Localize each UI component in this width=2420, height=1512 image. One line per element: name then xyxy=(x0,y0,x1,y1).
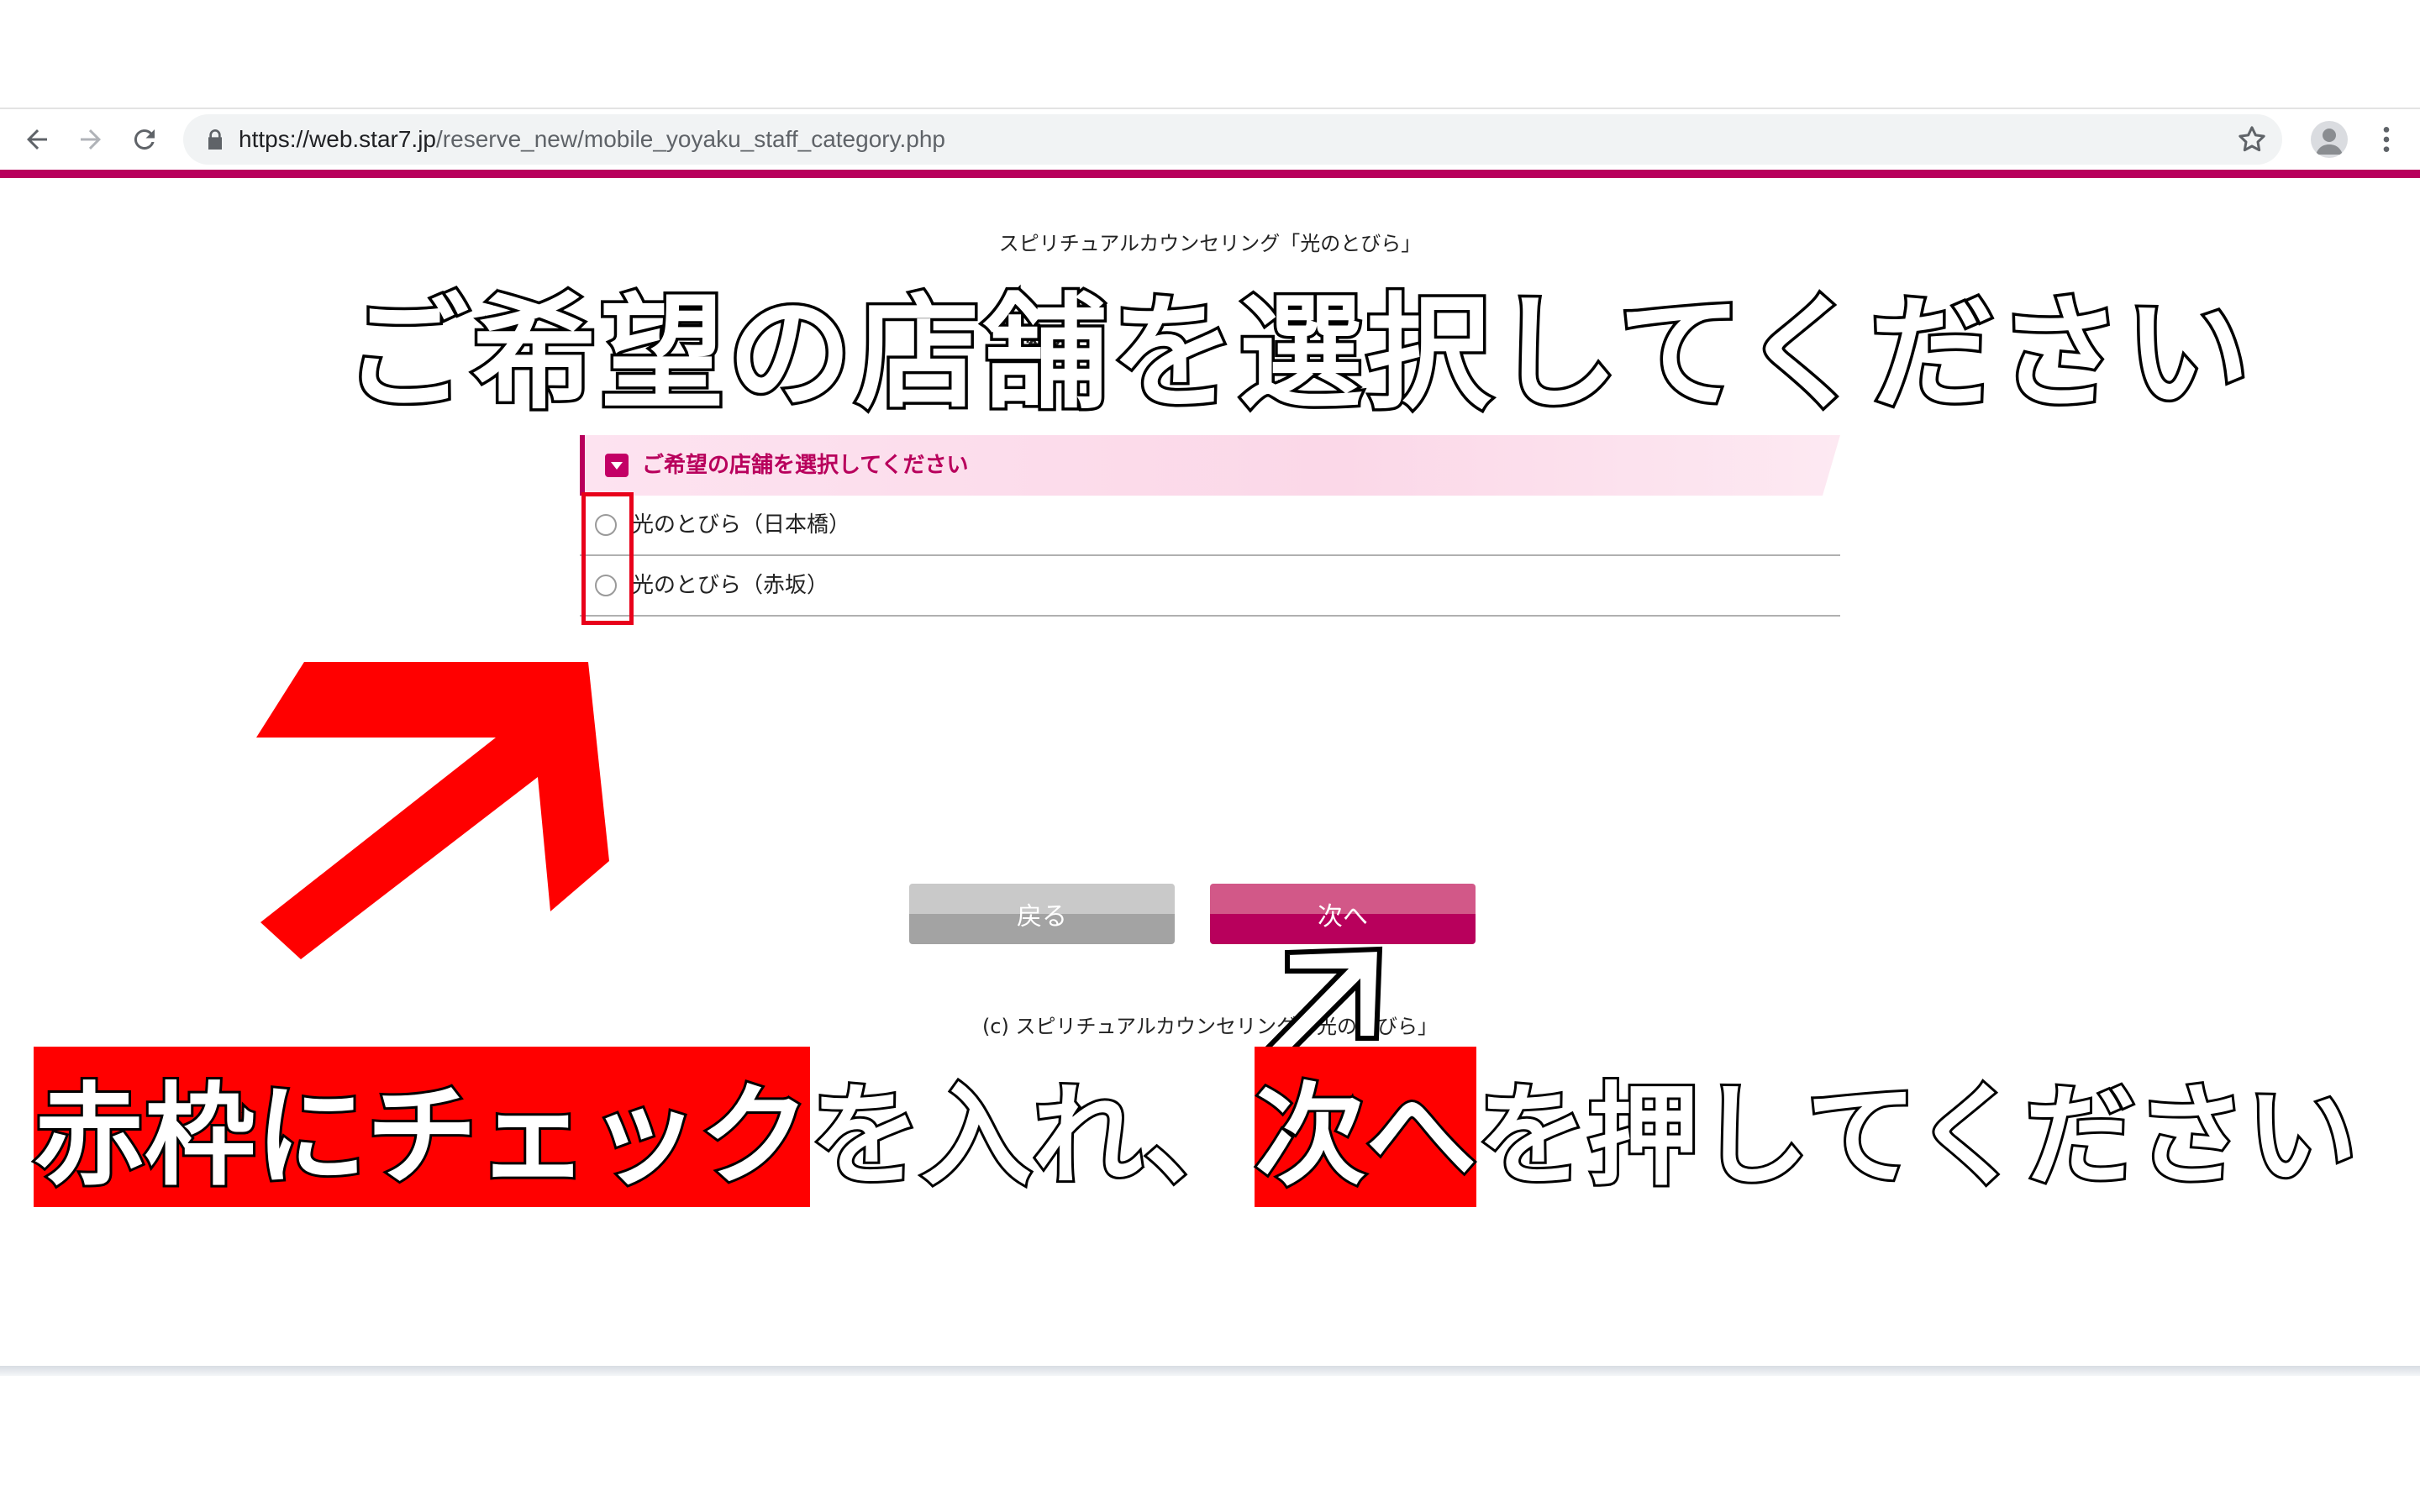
url-host: https://web.star7.jp xyxy=(239,126,437,152)
store-label: 光のとびら（赤坂） xyxy=(632,573,829,598)
forward-arrow-icon[interactable] xyxy=(67,109,114,170)
back-arrow-icon[interactable] xyxy=(13,109,60,170)
section-header-title: ご希望の店舗を選択してください xyxy=(642,453,969,478)
next-button[interactable]: 次へ xyxy=(1210,884,1476,944)
url-text: https://web.star7.jp/reserve_new/mobile_… xyxy=(239,114,945,165)
window-bottom-edge xyxy=(0,1366,2420,1376)
instruction-part-next: 次へ xyxy=(1252,1046,1479,1207)
site-header-bar xyxy=(0,170,2420,178)
instruction-part-check: 赤枠にチェック xyxy=(31,1046,813,1207)
back-button[interactable]: 戻る xyxy=(909,884,1175,944)
kebab-menu-icon[interactable] xyxy=(2370,123,2403,156)
url-path: /reserve_new/mobile_yoyaku_staff_categor… xyxy=(436,126,946,152)
address-bar[interactable]: https://web.star7.jp/reserve_new/mobile_… xyxy=(183,114,2282,165)
headline-annotation: ご希望の店舗を選択してください xyxy=(342,279,2254,429)
red-highlight-box xyxy=(581,492,634,625)
browser-toolbar: https://web.star7.jp/reserve_new/mobile_… xyxy=(0,109,2420,170)
store-option-nihonbashi[interactable]: 光のとびら（日本橋） xyxy=(580,496,1840,556)
star-icon[interactable] xyxy=(2235,123,2269,156)
instruction-part-press: を押してください xyxy=(1474,1069,2360,1204)
footer-copyright: (c) スピリチュアルカウンセリング「光のとびら」 xyxy=(981,1015,1439,1038)
instruction-annotation: 赤枠にチェック を入れ、 次へ を押してください xyxy=(31,1046,2360,1207)
store-option-akasaka[interactable]: 光のとびら（赤坂） xyxy=(580,556,1840,617)
lock-icon xyxy=(208,129,222,150)
section-header: ご希望の店舗を選択してください xyxy=(580,435,1840,496)
chevron-down-icon xyxy=(605,454,629,477)
store-label: 光のとびら（日本橋） xyxy=(632,512,851,538)
instruction-part-insert: を入れ、 xyxy=(808,1069,1257,1204)
red-arrow-icon xyxy=(256,662,609,959)
profile-icon[interactable] xyxy=(2311,121,2348,158)
reload-icon[interactable] xyxy=(121,109,168,170)
